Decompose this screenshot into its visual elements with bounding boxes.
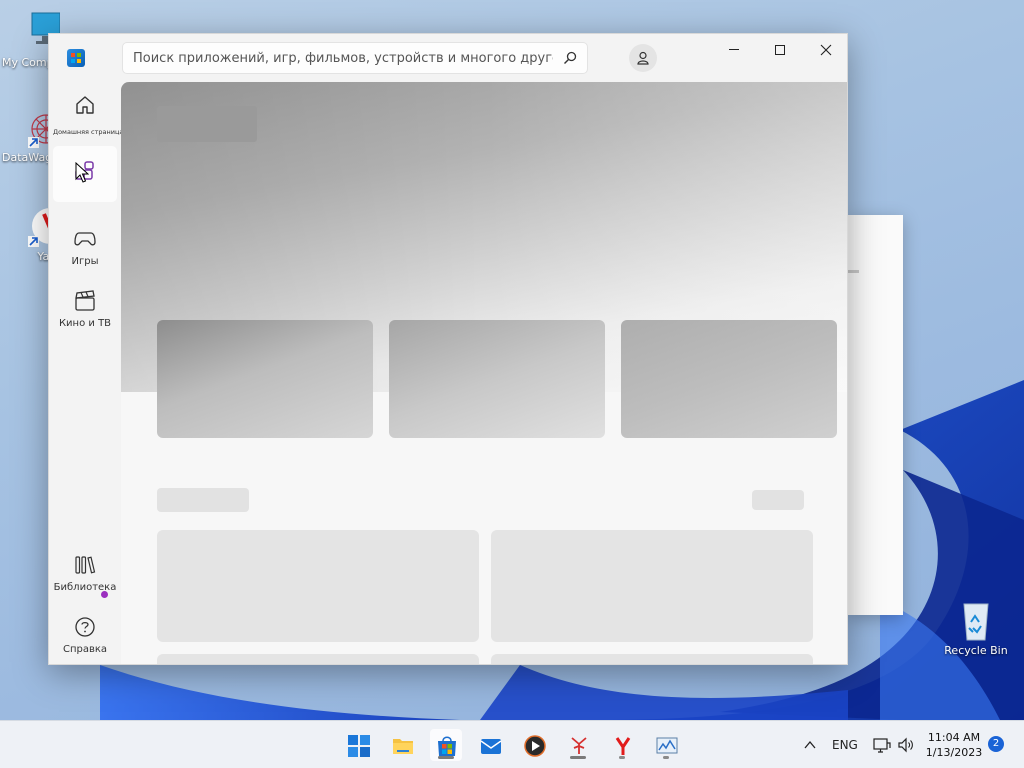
- section-title-placeholder: [157, 488, 249, 512]
- folder-icon: [393, 739, 413, 754]
- search-box[interactable]: [122, 42, 588, 74]
- volume-icon[interactable]: [897, 736, 915, 754]
- background-window-line: [848, 270, 859, 273]
- see-all-placeholder[interactable]: [752, 490, 804, 510]
- display-icon[interactable]: [873, 736, 891, 754]
- chart-monitor-icon: [656, 737, 678, 754]
- nav-help-label: Справка: [62, 644, 108, 655]
- mouse-cursor-icon: [75, 162, 89, 183]
- library-icon: [75, 556, 96, 574]
- app-tile-placeholder[interactable]: [157, 530, 479, 642]
- app-icon: [571, 737, 587, 754]
- taskbar: ENG 11:04 AM 1/13/2023: [0, 720, 1024, 768]
- search-input[interactable]: [133, 48, 553, 68]
- featured-card-placeholder[interactable]: [157, 320, 373, 438]
- nav-library-label: Библиотека: [53, 582, 117, 593]
- title-bar[interactable]: [49, 34, 847, 82]
- store-bag-icon: [438, 736, 456, 756]
- maximize-button[interactable]: [757, 34, 803, 66]
- recycle-bin-label: Recycle Bin: [944, 644, 1008, 657]
- app-tile-placeholder[interactable]: [491, 654, 813, 664]
- app-tile-placeholder[interactable]: [157, 654, 479, 664]
- nav-games[interactable]: Игры: [53, 218, 117, 274]
- running-indicator: [438, 756, 454, 759]
- mail-icon: [480, 739, 502, 754]
- nav-home-label: Домашняя страница: [53, 128, 124, 136]
- nav-help[interactable]: Справка: [53, 604, 117, 660]
- desktop-icon-recycle-bin[interactable]: Recycle Bin: [940, 598, 1012, 657]
- taskbar-file-explorer[interactable]: [386, 729, 418, 761]
- store-window[interactable]: Домашняя страница Игры Кино и ТВ: [48, 33, 848, 665]
- clock[interactable]: 11:04 AM 1/13/2023: [922, 730, 986, 760]
- nav-movies[interactable]: Кино и ТВ: [53, 278, 117, 334]
- library-update-dot: [101, 591, 108, 598]
- home-icon: [76, 96, 94, 114]
- clock-time: 11:04 AM: [927, 731, 981, 744]
- start-button[interactable]: [342, 729, 374, 761]
- play-icon: [524, 735, 546, 757]
- notification-badge[interactable]: 2: [988, 736, 1004, 752]
- nav-home[interactable]: Домашняя страница: [53, 86, 124, 142]
- minimize-button[interactable]: [711, 34, 757, 66]
- taskbar-app[interactable]: [562, 729, 594, 761]
- maximize-icon: [775, 45, 785, 55]
- background-window[interactable]: [848, 215, 903, 615]
- yandex-icon: [615, 737, 631, 755]
- featured-card-placeholder[interactable]: [389, 320, 605, 438]
- store-logo-icon: [67, 49, 85, 67]
- gamepad-icon: [74, 232, 96, 246]
- taskbar-mail[interactable]: [474, 729, 506, 761]
- hero-title-placeholder: [157, 106, 257, 142]
- taskbar-yandex-browser[interactable]: [606, 729, 638, 761]
- taskbar-media-player[interactable]: [518, 729, 550, 761]
- app-tile-placeholder[interactable]: [491, 530, 813, 642]
- running-indicator: [619, 756, 625, 759]
- close-icon: [820, 44, 832, 56]
- recycle-bin-icon: [963, 603, 989, 641]
- running-indicator: [663, 756, 669, 759]
- close-button[interactable]: [803, 34, 847, 66]
- running-indicator: [570, 756, 586, 759]
- taskbar-microsoft-store[interactable]: [430, 729, 462, 761]
- taskbar-monitor-app[interactable]: [650, 729, 682, 761]
- user-icon: [637, 51, 649, 65]
- windows-logo-icon: [348, 735, 370, 757]
- nav-movies-label: Кино и ТВ: [58, 318, 112, 329]
- minimize-icon: [729, 49, 739, 50]
- content-area: [121, 82, 847, 664]
- featured-card-placeholder[interactable]: [621, 320, 837, 438]
- language-indicator[interactable]: ENG: [832, 738, 858, 752]
- account-button[interactable]: [629, 44, 657, 72]
- search-icon[interactable]: [563, 51, 577, 65]
- nav-games-label: Игры: [71, 256, 99, 267]
- help-icon: [75, 617, 95, 637]
- nav-library[interactable]: Библиотека: [53, 542, 117, 598]
- chevron-up-icon[interactable]: [803, 739, 817, 751]
- clapperboard-icon: [75, 290, 95, 311]
- clock-date: 1/13/2023: [925, 746, 983, 759]
